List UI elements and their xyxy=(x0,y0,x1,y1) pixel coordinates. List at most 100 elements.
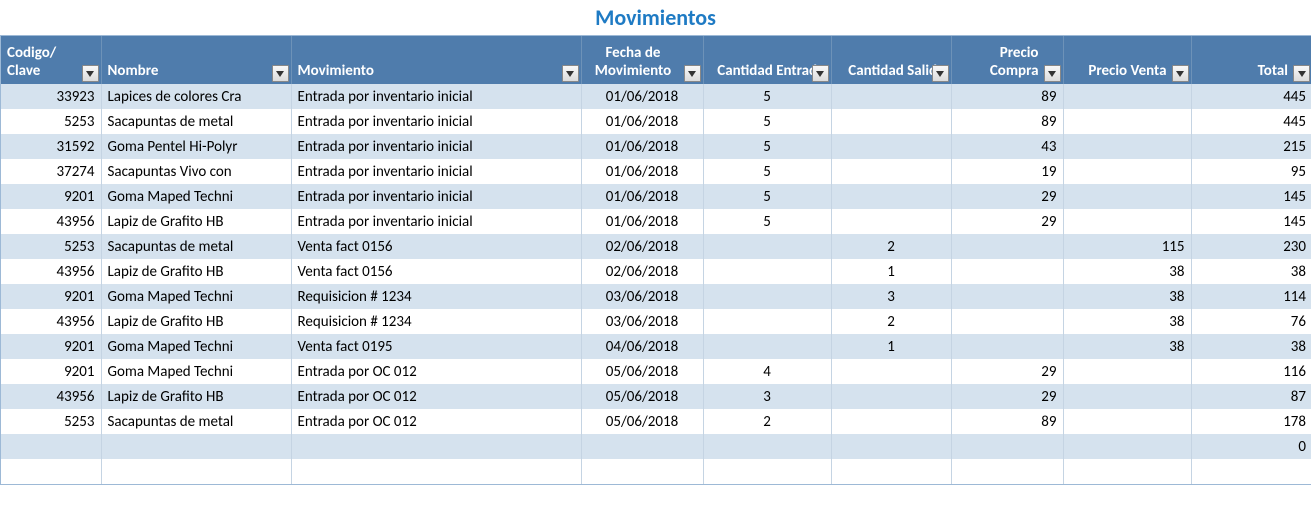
cell-codigo[interactable]: 43956 xyxy=(1,259,101,284)
cell-precio_compra[interactable] xyxy=(951,459,1063,484)
cell-precio_venta[interactable] xyxy=(1063,109,1191,134)
cell-nombre[interactable]: Sacapuntas de metal xyxy=(101,109,291,134)
cell-codigo[interactable]: 9201 xyxy=(1,334,101,359)
cell-movimiento[interactable]: Venta fact 0195 xyxy=(291,334,581,359)
cell-cant_entrada[interactable]: 5 xyxy=(703,109,831,134)
cell-precio_compra[interactable]: 29 xyxy=(951,384,1063,409)
table-row[interactable]: 9201Goma Maped TechniRequisicion # 12340… xyxy=(1,284,1311,309)
cell-cant_salida[interactable] xyxy=(831,184,951,209)
cell-movimiento[interactable]: Entrada por inventario inicial xyxy=(291,209,581,234)
cell-precio_compra[interactable] xyxy=(951,259,1063,284)
cell-precio_compra[interactable] xyxy=(951,434,1063,459)
cell-codigo[interactable] xyxy=(1,459,101,484)
cell-nombre[interactable]: Lapiz de Grafito HB xyxy=(101,309,291,334)
cell-cant_entrada[interactable]: 2 xyxy=(703,409,831,434)
table-row[interactable]: 0 xyxy=(1,434,1311,459)
cell-precio_venta[interactable] xyxy=(1063,159,1191,184)
cell-nombre[interactable]: Goma Maped Techni xyxy=(101,284,291,309)
cell-precio_venta[interactable] xyxy=(1063,359,1191,384)
table-row[interactable]: 5253Sacapuntas de metalEntrada por inven… xyxy=(1,109,1311,134)
table-row[interactable]: 33923Lapices de colores CraEntrada por i… xyxy=(1,84,1311,109)
cell-fecha[interactable]: 01/06/2018 xyxy=(581,159,703,184)
cell-total[interactable]: 145 xyxy=(1191,209,1311,234)
cell-cant_entrada[interactable]: 5 xyxy=(703,84,831,109)
cell-fecha[interactable]: 01/06/2018 xyxy=(581,84,703,109)
header-fecha[interactable]: Fecha de Movimiento xyxy=(581,36,703,84)
filter-dropdown-icon[interactable] xyxy=(932,65,949,82)
cell-codigo[interactable]: 33923 xyxy=(1,84,101,109)
cell-precio_compra[interactable]: 89 xyxy=(951,84,1063,109)
filter-dropdown-icon[interactable] xyxy=(1044,65,1061,82)
cell-codigo[interactable]: 37274 xyxy=(1,159,101,184)
cell-cant_entrada[interactable]: 4 xyxy=(703,359,831,384)
cell-movimiento[interactable]: Entrada por OC 012 xyxy=(291,384,581,409)
filter-dropdown-icon[interactable] xyxy=(562,65,579,82)
cell-codigo[interactable]: 31592 xyxy=(1,134,101,159)
cell-nombre[interactable] xyxy=(101,459,291,484)
cell-precio_venta[interactable] xyxy=(1063,459,1191,484)
cell-precio_compra[interactable] xyxy=(951,234,1063,259)
table-row[interactable]: 9201Goma Maped TechniEntrada por inventa… xyxy=(1,184,1311,209)
cell-cant_salida[interactable] xyxy=(831,384,951,409)
cell-fecha[interactable]: 05/06/2018 xyxy=(581,359,703,384)
cell-cant_salida[interactable] xyxy=(831,209,951,234)
cell-fecha[interactable]: 02/06/2018 xyxy=(581,234,703,259)
cell-fecha[interactable]: 05/06/2018 xyxy=(581,409,703,434)
cell-nombre[interactable]: Sacapuntas de metal xyxy=(101,234,291,259)
cell-movimiento[interactable]: Entrada por inventario inicial xyxy=(291,134,581,159)
cell-precio_venta[interactable] xyxy=(1063,184,1191,209)
cell-total[interactable]: 87 xyxy=(1191,384,1311,409)
cell-precio_venta[interactable]: 38 xyxy=(1063,309,1191,334)
header-precio-compra[interactable]: Precio Compra xyxy=(951,36,1063,84)
cell-nombre[interactable]: Goma Pentel Hi-Polyr xyxy=(101,134,291,159)
cell-cant_salida[interactable] xyxy=(831,359,951,384)
cell-movimiento[interactable]: Requisicion # 1234 xyxy=(291,309,581,334)
cell-precio_venta[interactable]: 38 xyxy=(1063,259,1191,284)
header-cant-salida[interactable]: Cantidad Salida xyxy=(831,36,951,84)
cell-cant_salida[interactable]: 3 xyxy=(831,284,951,309)
cell-total[interactable] xyxy=(1191,459,1311,484)
cell-cant_salida[interactable] xyxy=(831,134,951,159)
cell-precio_compra[interactable]: 89 xyxy=(951,109,1063,134)
cell-nombre[interactable] xyxy=(101,434,291,459)
cell-fecha[interactable]: 01/06/2018 xyxy=(581,184,703,209)
cell-cant_salida[interactable]: 2 xyxy=(831,309,951,334)
header-nombre[interactable]: Nombre xyxy=(101,36,291,84)
cell-nombre[interactable]: Goma Maped Techni xyxy=(101,359,291,384)
cell-movimiento[interactable] xyxy=(291,459,581,484)
cell-nombre[interactable]: Goma Maped Techni xyxy=(101,334,291,359)
cell-precio_venta[interactable] xyxy=(1063,384,1191,409)
cell-cant_entrada[interactable]: 3 xyxy=(703,384,831,409)
cell-precio_venta[interactable]: 38 xyxy=(1063,334,1191,359)
header-codigo[interactable]: Codigo/ Clave xyxy=(1,36,101,84)
cell-total[interactable]: 116 xyxy=(1191,359,1311,384)
cell-cant_salida[interactable] xyxy=(831,409,951,434)
cell-fecha[interactable]: 03/06/2018 xyxy=(581,309,703,334)
cell-cant_entrada[interactable] xyxy=(703,434,831,459)
cell-nombre[interactable]: Sacapuntas de metal xyxy=(101,409,291,434)
cell-cant_entrada[interactable]: 5 xyxy=(703,134,831,159)
cell-precio_venta[interactable] xyxy=(1063,434,1191,459)
cell-cant_salida[interactable] xyxy=(831,459,951,484)
filter-dropdown-icon[interactable] xyxy=(1172,65,1189,82)
filter-dropdown-icon[interactable] xyxy=(272,65,289,82)
cell-movimiento[interactable]: Venta fact 0156 xyxy=(291,234,581,259)
cell-movimiento[interactable]: Entrada por inventario inicial xyxy=(291,159,581,184)
header-total[interactable]: Total xyxy=(1191,36,1311,84)
cell-movimiento[interactable]: Entrada por inventario inicial xyxy=(291,84,581,109)
cell-precio_compra[interactable]: 29 xyxy=(951,209,1063,234)
cell-cant_salida[interactable] xyxy=(831,84,951,109)
cell-cant_salida[interactable]: 1 xyxy=(831,334,951,359)
cell-precio_compra[interactable] xyxy=(951,284,1063,309)
cell-cant_salida[interactable] xyxy=(831,109,951,134)
cell-codigo[interactable]: 9201 xyxy=(1,184,101,209)
cell-total[interactable]: 145 xyxy=(1191,184,1311,209)
cell-nombre[interactable]: Lapiz de Grafito HB xyxy=(101,384,291,409)
cell-cant_entrada[interactable] xyxy=(703,234,831,259)
cell-precio_compra[interactable] xyxy=(951,334,1063,359)
header-cant-entrada[interactable]: Cantidad Entrada xyxy=(703,36,831,84)
cell-precio_compra[interactable]: 29 xyxy=(951,359,1063,384)
table-row[interactable]: 43956Lapiz de Grafito HBEntrada por inve… xyxy=(1,209,1311,234)
cell-total[interactable]: 0 xyxy=(1191,434,1311,459)
filter-dropdown-icon[interactable] xyxy=(1293,65,1310,82)
